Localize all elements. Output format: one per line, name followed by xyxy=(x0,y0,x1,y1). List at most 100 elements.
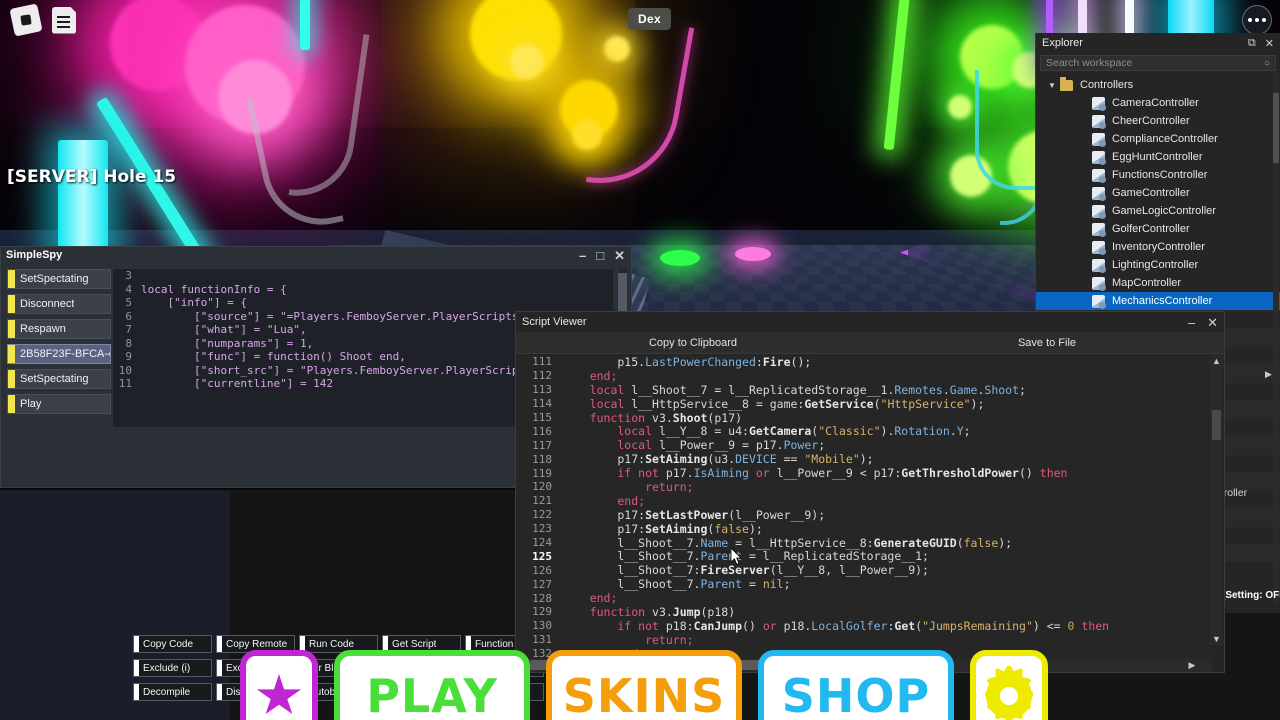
skins-button[interactable]: SKINS xyxy=(546,650,742,720)
simplespy-window-controls: – □ ✕ xyxy=(579,249,625,263)
explorer-row-egghuntcontroller[interactable]: EggHuntController xyxy=(1036,148,1280,166)
code-line: 128 end; xyxy=(516,591,1212,605)
dex-button[interactable]: Dex xyxy=(628,8,671,30)
explorer-row-lightingcontroller[interactable]: LightingController xyxy=(1036,256,1280,274)
script-viewer-code[interactable]: 111 p15.LastPowerChanged:Fire(); 112 end;… xyxy=(516,355,1212,660)
line-code: p17:SetAiming(false); xyxy=(562,521,763,536)
code-line: 118 p17:SetAiming(u3.DEVICE == "Mobile")… xyxy=(516,452,1212,466)
chevron-right-icon[interactable]: ▶ xyxy=(1265,369,1272,380)
explorer-row-mechanicscontroller[interactable]: MechanicsController xyxy=(1036,292,1280,310)
setting-badge: [Setting: OFF] xyxy=(1222,590,1280,601)
close-icon[interactable]: ✕ xyxy=(614,249,625,263)
explorer-row-cheercontroller[interactable]: CheerController xyxy=(1036,112,1280,130)
copy-to-clipboard-button[interactable]: Copy to Clipboard xyxy=(516,332,870,353)
line-code: end; xyxy=(562,591,618,606)
explorer-row-gamecontroller[interactable]: GameController xyxy=(1036,184,1280,202)
code-line: 127 l__Shoot__7.Parent = nil; xyxy=(516,577,1212,591)
line-code: local l__Y__8 = u4:GetCamera("Classic").… xyxy=(562,424,971,439)
simplespy-title: SimpleSpy xyxy=(6,249,63,261)
more-options-icon[interactable] xyxy=(1242,5,1272,35)
script-viewer-vscrollbar[interactable]: ▲ ▼ xyxy=(1210,355,1223,645)
explorer-row-golfercontroller[interactable]: GolferController xyxy=(1036,220,1280,238)
code-line: 113 local l__Shoot__7 = l__ReplicatedSto… xyxy=(516,383,1212,397)
scroll-up-icon[interactable]: ▲ xyxy=(1210,355,1223,367)
line-number: 115 xyxy=(532,411,552,424)
remote-list-item[interactable]: SetSpectating xyxy=(7,369,111,389)
chevron-down-icon[interactable]: ▼ xyxy=(1048,81,1060,90)
favorites-button[interactable] xyxy=(240,650,318,720)
script-viewer-toolbar: Copy to Clipboard Save to File xyxy=(516,332,1224,354)
star-icon xyxy=(256,674,302,715)
explorer-row-compliancecontroller[interactable]: ComplianceController xyxy=(1036,130,1280,148)
line-code: function v3.Shoot(p17) xyxy=(562,410,743,425)
explorer-row-functionscontroller[interactable]: FunctionsController xyxy=(1036,166,1280,184)
line-code: end; xyxy=(562,368,618,383)
remote-color-tab xyxy=(8,370,15,388)
simplespy-titlebar[interactable]: SimpleSpy – □ ✕ xyxy=(1,247,631,265)
line-code: local l__HttpService__8 = game:GetServic… xyxy=(562,396,985,411)
mouse-cursor xyxy=(731,548,742,565)
code-line: 114 local l__HttpService__8 = game:GetSe… xyxy=(516,397,1212,411)
close-icon[interactable]: ✕ xyxy=(1207,316,1218,329)
remote-color-tab xyxy=(8,270,15,288)
line-number: 5 xyxy=(125,296,132,309)
shop-label: SHOP xyxy=(781,669,931,720)
line-code: p15.LastPowerChanged:Fire(); xyxy=(562,355,812,369)
script-viewer-title: Script Viewer xyxy=(522,316,587,328)
settings-button[interactable] xyxy=(970,650,1048,720)
simplespy-remote-list[interactable]: SetSpectating Disconnect Respawn 2B58F23F-B… xyxy=(7,269,111,483)
scroll-thumb[interactable] xyxy=(1212,410,1221,440)
line-number: 6 xyxy=(125,309,132,323)
minimize-icon[interactable]: – xyxy=(579,249,586,263)
remote-color-tab xyxy=(8,395,15,413)
line-number: 11 xyxy=(118,377,132,390)
script-viewer-window: Script Viewer – ✕ Copy to Clipboard Save… xyxy=(515,311,1225,673)
script-icon xyxy=(1092,114,1106,129)
explorer-row-inventorycontroller[interactable]: InventoryController xyxy=(1036,238,1280,256)
explorer-row-cameracontroller[interactable]: CameraController xyxy=(1036,94,1280,112)
script-icon xyxy=(1092,258,1106,273)
code-line: 125 l__Shoot__7.Parent = l__ReplicatedSt… xyxy=(516,549,1212,563)
explorer-row-controllers[interactable]: ▼ Controllers xyxy=(1036,76,1280,94)
script-icon xyxy=(1092,222,1106,237)
remote-list-item[interactable]: Respawn xyxy=(7,319,111,339)
line-code: return; xyxy=(562,479,694,494)
explorer-scrollbar[interactable] xyxy=(1273,73,1279,603)
roblox-logo-icon[interactable] xyxy=(9,3,43,37)
remote-list-item[interactable]: Disconnect xyxy=(7,294,111,314)
code-line: 112 end; xyxy=(516,369,1212,383)
remote-list-item[interactable]: 2B58F23F-BFCA-43F7-95 xyxy=(7,344,111,364)
code-line: 4 local functionInfo = { xyxy=(113,283,613,297)
maximize-icon[interactable]: □ xyxy=(596,249,604,263)
explorer-row-mapcontroller[interactable]: MapController xyxy=(1036,274,1280,292)
close-icon[interactable]: ✕ xyxy=(1265,37,1274,50)
line-number: 127 xyxy=(532,577,552,591)
script-icon xyxy=(1092,150,1106,165)
line-number: 8 xyxy=(125,336,132,350)
line-code: local l__Power__9 = p17.Power; xyxy=(562,438,826,453)
line-number: 4 xyxy=(125,282,132,296)
code-line: 121 end; xyxy=(516,494,1212,508)
explorer-row-gamelogiccontroller[interactable]: GameLogicController xyxy=(1036,202,1280,220)
search-icon[interactable]: ○ xyxy=(1264,58,1270,69)
code-line: 115 function v3.Shoot(p17) xyxy=(516,411,1212,425)
chat-icon[interactable] xyxy=(52,6,76,34)
remote-list-item[interactable]: SetSpectating xyxy=(7,269,111,289)
explorer-search-input[interactable]: Search workspace ○ xyxy=(1040,55,1276,71)
script-viewer-titlebar[interactable]: Script Viewer – ✕ xyxy=(516,312,1224,332)
popout-icon[interactable]: ⧉ xyxy=(1248,37,1256,50)
shop-button[interactable]: SHOP xyxy=(758,650,954,720)
remote-list-item[interactable]: Play xyxy=(7,394,111,414)
line-code: p17:SetLastPower(l__Power__9); xyxy=(562,507,826,522)
save-to-file-button[interactable]: Save to File xyxy=(870,332,1224,353)
line-number: 124 xyxy=(532,536,552,550)
explorer-row-label: EggHuntController xyxy=(1112,151,1203,163)
line-text: ["currentline"] = 142 xyxy=(141,377,334,390)
line-code: end; xyxy=(562,493,646,508)
minimize-icon[interactable]: – xyxy=(1188,316,1195,329)
play-button[interactable]: PLAY xyxy=(334,650,530,720)
line-text: ["numparams"] = 1, xyxy=(141,336,314,350)
line-code: local l__Shoot__7 = l__ReplicatedStorage… xyxy=(562,382,1026,397)
explorer-row-label: InventoryController xyxy=(1112,241,1205,253)
explorer-row-label: ComplianceController xyxy=(1112,133,1218,145)
